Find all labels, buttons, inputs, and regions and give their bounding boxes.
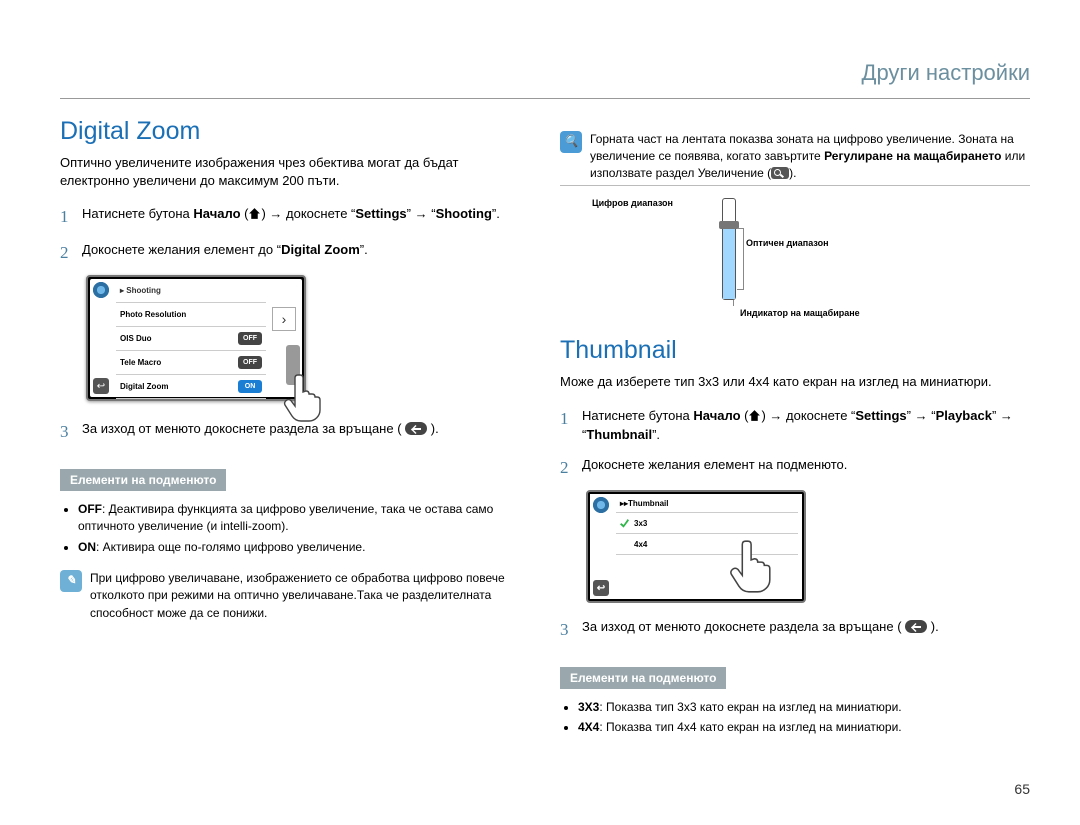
breadcrumb: Shooting [120,286,161,295]
zoom-bar-note: Горната част на лентата показва зоната н… [590,131,1030,181]
step-number: 2 [60,240,74,266]
gear-icon [93,282,109,298]
step-2-text: Докоснете желания елемент до “Digital Zo… [82,240,368,266]
check-icon [620,519,629,528]
zoom-bar [722,198,736,300]
step-3-text: За изход от менюто докоснете раздела за … [82,419,439,445]
left-column: Digital Zoom Оптично увеличените изображ… [60,117,530,739]
menu-item-photo-resolution: Photo Resolution [120,310,186,319]
note-icon: ✎ [60,570,82,592]
submenu-items-list: 3Х3: Показва тип 3x3 като екран на изгле… [578,699,1030,737]
step-number: 1 [560,406,574,445]
thumbnail-heading: Thumbnail [560,336,1030,365]
zoom-indicator-label: Индикатор на мащабиране [740,308,860,318]
digital-range-label: Цифров диапазон [592,198,673,208]
toggle-off: OFF [238,356,262,369]
thumb-step-2: Докоснете желания елемент на подменюто. [582,455,847,481]
zoom-range-diagram: Цифров диапазон Оптичен диапазон Индикат… [592,198,1030,328]
back-icon [405,422,427,435]
toggle-off: OFF [238,332,262,345]
submenu-items-list: OFF: Деактивира функцията за цифрово уве… [78,501,530,556]
digital-zoom-intro: Оптично увеличените изображения чрез обе… [60,154,530,190]
back-icon: ↩ [593,580,609,596]
digital-zoom-note: При цифрово увеличаване, изображението с… [90,570,530,622]
zoom-tab-icon [771,167,789,179]
home-icon [748,409,761,421]
right-column: 🔍 Горната част на лентата показва зоната… [560,117,1030,739]
toggle-on: ON [238,380,262,393]
breadcrumb: Thumbnail [628,499,668,508]
step-number: 3 [60,419,74,445]
step-1-text: Натиснете бутона Начало () → докоснете “… [82,204,500,230]
page-header-title: Други настройки [862,60,1030,86]
thumbnail-menu-screenshot: ↩ ▸▸ Thumbnail 3x3 4x4 [586,490,806,603]
submenu-items-heading: Елементи на подменюто [560,667,726,689]
pointing-hand-icon [280,373,324,423]
chevron-right-icon: › [272,307,296,331]
pointing-hand-icon [728,539,772,589]
menu-item-digital-zoom: Digital Zoom [120,382,168,391]
step-number: 3 [560,617,574,643]
optical-range-label: Оптичен диапазон [746,238,829,248]
digital-zoom-heading: Digital Zoom [60,117,530,146]
step-number: 2 [560,455,574,481]
thumbnail-intro: Може да изберете тип 3x3 или 4x4 като ек… [560,373,1030,391]
shooting-menu-screenshot: ↩ Shooting Photo Resolution OIS Duo OFF T… [86,275,306,401]
step-number: 1 [60,204,74,230]
submenu-items-heading: Елементи на подменюто [60,469,226,491]
thumb-step-1: Натиснете бутона Начало () → докоснете “… [582,406,1030,445]
header-rule [60,98,1030,99]
magnifier-icon: 🔍 [560,131,582,153]
thumb-step-3: За изход от менюто докоснете раздела за … [582,617,939,643]
page-number: 65 [1014,781,1030,797]
zoom-slider-icon [719,221,739,229]
back-icon: ↩ [93,378,109,394]
back-icon [905,620,927,633]
gear-icon [593,497,609,513]
menu-item-ois-duo: OIS Duo [120,334,152,343]
menu-item-tele-macro: Tele Macro [120,358,161,367]
menu-item-3x3: 3x3 [634,519,647,528]
home-icon [248,207,261,219]
menu-item-4x4: 4x4 [634,540,647,549]
